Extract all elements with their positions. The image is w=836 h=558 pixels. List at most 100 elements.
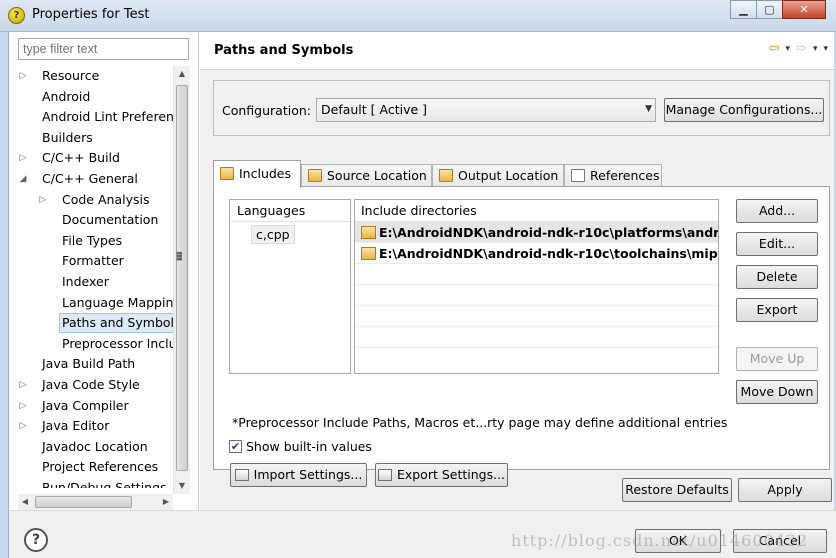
- include-directory-path: E:\AndroidNDK\android-ndk-r10c\platforms…: [379, 225, 718, 240]
- tree-item-label: Run/Debug Settings: [42, 479, 167, 488]
- tree-item[interactable]: ▷ Code Analysis: [18, 190, 173, 211]
- tree-item[interactable]: Java Build Path: [18, 354, 173, 375]
- restore-defaults-button[interactable]: Restore Defaults: [622, 478, 732, 502]
- dialog-button-bar: ? OK Cancel http://blog.csdn.net/u014600…: [9, 510, 836, 558]
- tree-item-label: Javadoc Location: [42, 438, 148, 454]
- tree-item[interactable]: ▷ C/C++ Build: [18, 148, 173, 169]
- tab-source-location[interactable]: Source Location: [301, 164, 432, 187]
- tab-includes[interactable]: Includes: [213, 160, 301, 188]
- maximize-button[interactable]: ▢: [756, 0, 783, 19]
- delete-button[interactable]: Delete: [736, 265, 818, 289]
- hscroll-thumb[interactable]: [35, 496, 132, 508]
- tree-item-label: Builders: [42, 129, 93, 145]
- forward-dropdown-icon[interactable]: ▾: [813, 41, 818, 57]
- tree-item-label: File Types: [62, 232, 123, 248]
- scroll-up-arrow-icon[interactable]: ▲: [174, 66, 190, 82]
- export-button[interactable]: Export: [736, 298, 818, 322]
- collapsed-arrow-icon[interactable]: ▷: [18, 396, 28, 416]
- filter-input[interactable]: [18, 38, 189, 60]
- include-directories-list[interactable]: Include directories E:\AndroidNDK\androi…: [354, 199, 719, 374]
- output-folder-icon: [439, 169, 453, 182]
- includes-folder-icon: [220, 167, 234, 180]
- collapsed-arrow-icon[interactable]: ▷: [18, 375, 28, 395]
- empty-row: [355, 327, 718, 348]
- tree-item[interactable]: Javadoc Location: [18, 437, 173, 458]
- export-settings-icon: [377, 469, 392, 481]
- window-frame-left: [0, 32, 9, 558]
- tree-item[interactable]: Android: [18, 87, 173, 108]
- scroll-grip-icon: ▬ ▬ ▬: [176, 249, 183, 263]
- tree-item[interactable]: Android Lint Preferences: [18, 107, 173, 128]
- configuration-label: Configuration:: [222, 103, 311, 118]
- scroll-down-arrow-icon[interactable]: ▼: [174, 478, 190, 494]
- edit-button[interactable]: Edit...: [736, 232, 818, 256]
- collapsed-arrow-icon[interactable]: ▷: [38, 190, 48, 210]
- tree-horizontal-scrollbar[interactable]: ◀ ▶: [18, 494, 173, 510]
- configuration-group: Configuration: Default [ Active ] ▼ Mana…: [213, 80, 830, 136]
- include-directory-row[interactable]: E:\AndroidNDK\android-ndk-r10c\toolchain…: [355, 243, 718, 264]
- export-settings-button[interactable]: Export Settings...: [375, 463, 508, 487]
- scroll-left-arrow-icon[interactable]: ◀: [18, 494, 32, 510]
- tree-item-label: Java Editor: [42, 418, 110, 434]
- forward-arrow-icon[interactable]: ⇨: [796, 41, 807, 57]
- back-arrow-icon[interactable]: ⇦: [769, 41, 780, 57]
- view-menu-icon[interactable]: ▾: [823, 41, 828, 57]
- configuration-select[interactable]: Default [ Active ] ▼: [316, 98, 656, 122]
- dropdown-arrow-icon: ▼: [645, 104, 652, 114]
- language-item[interactable]: c,cpp: [251, 225, 295, 244]
- include-folder-icon: [361, 226, 376, 239]
- tree-item[interactable]: ▷ Java Editor: [18, 416, 173, 437]
- close-button[interactable]: ✕: [782, 0, 826, 19]
- scroll-right-arrow-icon[interactable]: ▶: [159, 494, 173, 510]
- tree-item-label: Java Compiler: [42, 397, 129, 413]
- tree-item[interactable]: Builders: [18, 128, 173, 149]
- tree-item-label: C/C++ Build: [42, 150, 120, 166]
- manage-configurations-button[interactable]: Manage Configurations...: [664, 98, 824, 122]
- tree-item[interactable]: Documentation: [18, 210, 173, 231]
- tree-item-label: Resource: [42, 68, 100, 83]
- move-up-button[interactable]: Move Up: [736, 347, 818, 371]
- scroll-thumb[interactable]: [176, 85, 188, 471]
- tree-item[interactable]: Preprocessor Include Paths: [18, 334, 173, 355]
- move-down-button[interactable]: Move Down: [736, 380, 818, 404]
- tree-item[interactable]: Project References: [18, 457, 173, 478]
- collapsed-arrow-icon[interactable]: ▷: [18, 416, 28, 436]
- add-button[interactable]: Add...: [736, 199, 818, 223]
- import-settings-icon: [234, 469, 249, 481]
- collapsed-arrow-icon[interactable]: ▷: [18, 66, 28, 86]
- tree-item[interactable]: Language Mappings: [18, 293, 173, 314]
- collapsed-arrow-icon[interactable]: ▷: [18, 148, 28, 168]
- tab-output-location[interactable]: Output Location: [432, 164, 564, 187]
- tree-item-label: Java Code Style: [42, 376, 140, 392]
- tree-item[interactable]: ▷ Resource: [18, 66, 173, 87]
- tree-item[interactable]: ▷ Java Compiler: [18, 396, 173, 417]
- checkbox-checked-icon[interactable]: ✔: [229, 440, 242, 453]
- tree-item-label: C/C++ General: [42, 170, 138, 186]
- import-settings-button[interactable]: Import Settings...: [230, 463, 367, 487]
- apply-button[interactable]: Apply: [738, 478, 832, 502]
- empty-row: [355, 264, 718, 285]
- tree-item-label: Formatter: [62, 253, 124, 269]
- expanded-arrow-icon[interactable]: ◢: [18, 169, 28, 189]
- help-icon[interactable]: ?: [24, 528, 48, 552]
- back-dropdown-icon[interactable]: ▾: [786, 41, 791, 57]
- page-header: Paths and Symbols ⇦ ▾ ⇨ ▾ ▾: [200, 32, 834, 70]
- tree-item[interactable]: Run/Debug Settings: [18, 478, 173, 488]
- minimize-button[interactable]: ▁: [730, 0, 757, 19]
- empty-row: [355, 285, 718, 306]
- tab-output-location-label: Output Location: [458, 168, 559, 183]
- tree-item-label: Java Build Path: [42, 356, 136, 372]
- import-settings-label: Import Settings...: [253, 467, 363, 482]
- tab-references[interactable]: References: [564, 164, 662, 187]
- tree-item[interactable]: Formatter: [18, 251, 173, 272]
- tree-item[interactable]: Indexer: [18, 272, 173, 293]
- tree-item[interactable]: Paths and Symbols: [18, 313, 173, 334]
- references-icon: [571, 169, 585, 182]
- tree-item[interactable]: File Types: [18, 231, 173, 252]
- includes-tab-panel: Languages c,cpp Include directories E:\A…: [213, 186, 830, 487]
- tree-item[interactable]: ◢ C/C++ General: [18, 169, 173, 190]
- tree-item[interactable]: ▷ Java Code Style: [18, 375, 173, 396]
- languages-list[interactable]: Languages c,cpp: [229, 199, 351, 374]
- tree-vertical-scrollbar[interactable]: ▲ ▬ ▬ ▬ ▼: [173, 66, 190, 494]
- include-directory-row[interactable]: E:\AndroidNDK\android-ndk-r10c\platforms…: [355, 222, 718, 243]
